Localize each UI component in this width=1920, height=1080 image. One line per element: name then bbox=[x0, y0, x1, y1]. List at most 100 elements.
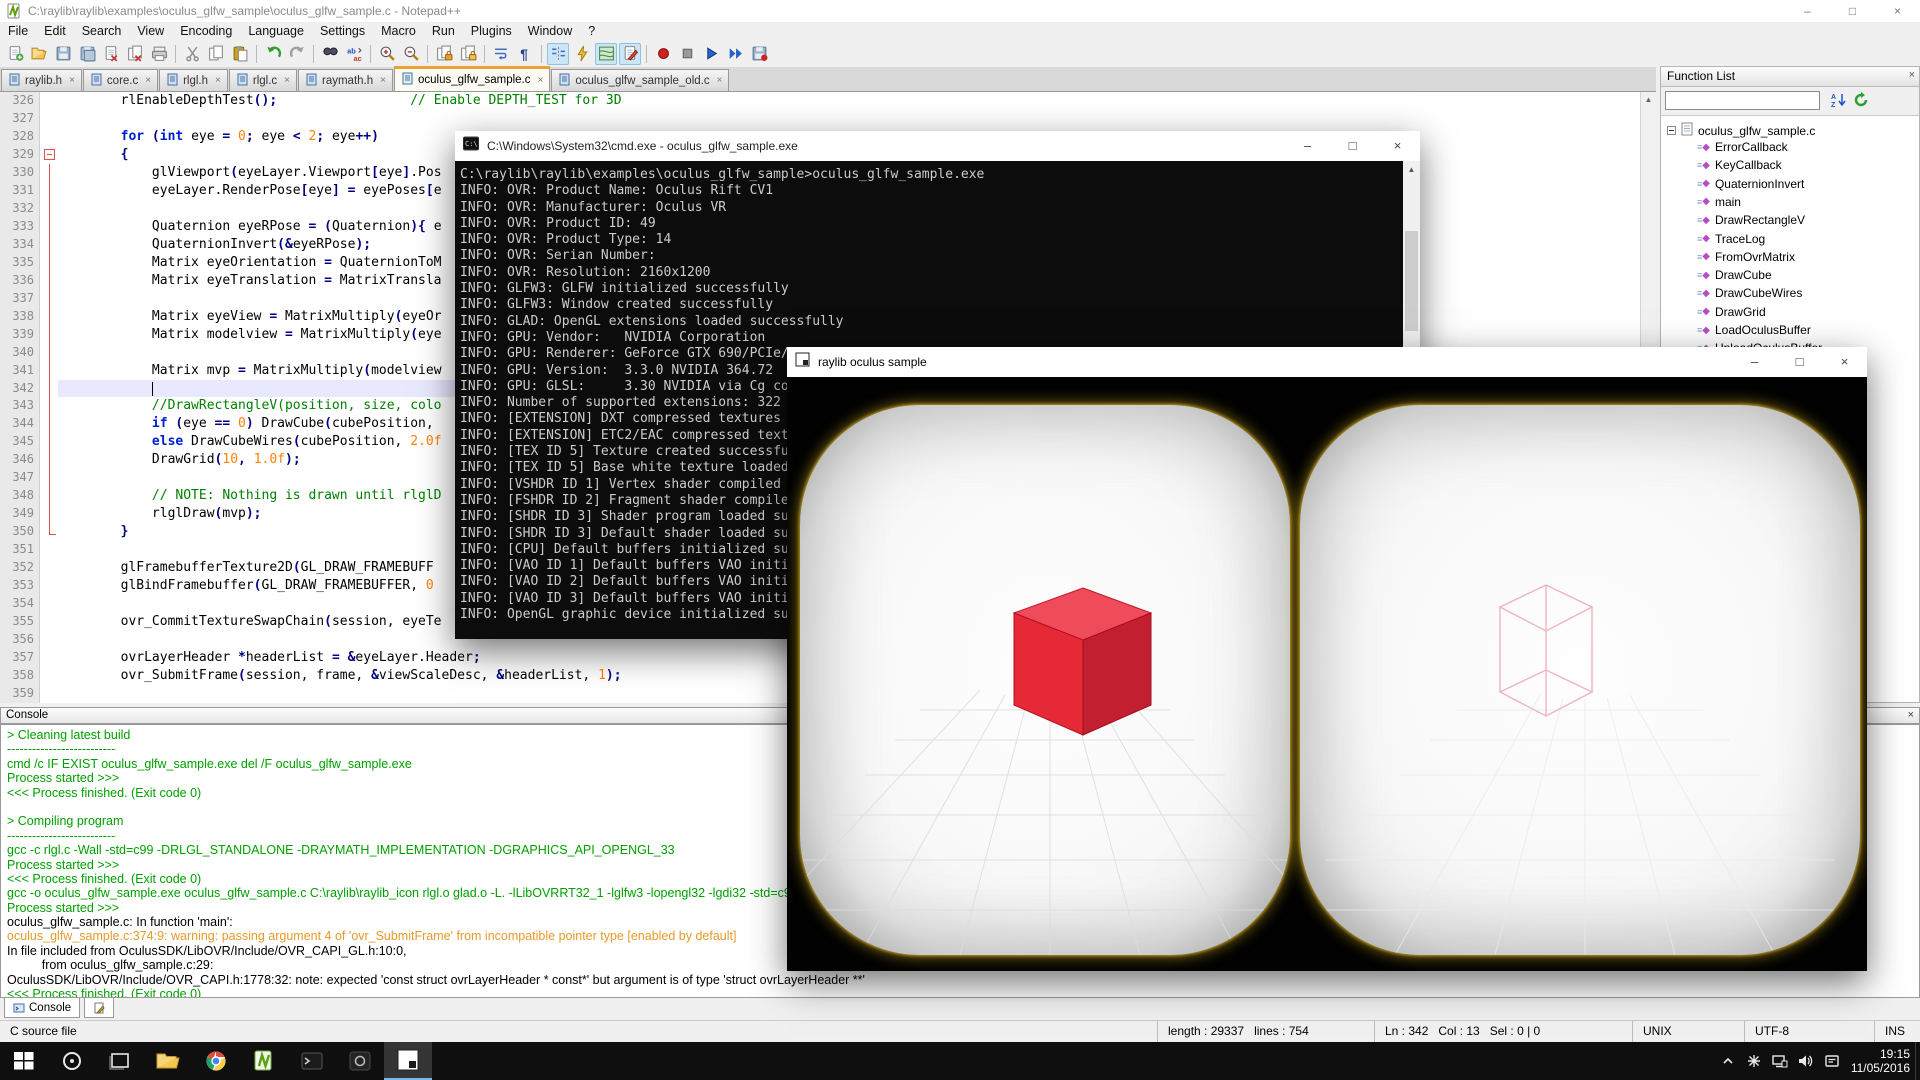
menu-item-edit[interactable]: Edit bbox=[36, 22, 74, 40]
tab-close-icon[interactable]: × bbox=[380, 75, 386, 86]
collapse-icon[interactable] bbox=[1667, 126, 1676, 135]
fold-margin[interactable] bbox=[41, 218, 58, 236]
tab-core.c[interactable]: core.c× bbox=[83, 69, 158, 91]
menu-item-run[interactable]: Run bbox=[424, 22, 463, 40]
dark-app-icon[interactable] bbox=[336, 1042, 384, 1080]
fold-margin[interactable] bbox=[41, 541, 58, 559]
taskbar-clock[interactable]: 19:15 11/05/2016 bbox=[1851, 1047, 1910, 1075]
indent-guide-icon[interactable] bbox=[547, 43, 569, 65]
fold-margin[interactable] bbox=[41, 290, 58, 308]
function-item-ErrorCallback[interactable]: ≡◆ErrorCallback bbox=[1697, 140, 1788, 154]
chrome-icon[interactable] bbox=[192, 1042, 240, 1080]
network-icon[interactable] bbox=[1767, 1042, 1793, 1080]
close-all-icon[interactable] bbox=[124, 43, 146, 65]
find-icon[interactable] bbox=[319, 43, 341, 65]
zoom-in-icon[interactable] bbox=[376, 43, 398, 65]
fold-margin[interactable] bbox=[41, 685, 58, 703]
fold-margin[interactable] bbox=[41, 326, 58, 344]
maximize-button[interactable]: □ bbox=[1330, 131, 1375, 161]
search-icon[interactable] bbox=[48, 1042, 96, 1080]
close-file-icon[interactable] bbox=[100, 43, 122, 65]
notepadpp-icon[interactable] bbox=[240, 1042, 288, 1080]
function-list-root[interactable]: oculus_glfw_sample.c bbox=[1667, 122, 1815, 139]
open-file-icon[interactable] bbox=[28, 43, 50, 65]
fold-margin[interactable] bbox=[41, 667, 58, 685]
task-view-icon[interactable] bbox=[96, 1042, 144, 1080]
document-map-icon[interactable] bbox=[595, 43, 617, 65]
tab-close-icon[interactable]: × bbox=[145, 75, 151, 86]
paste-icon[interactable] bbox=[229, 43, 251, 65]
scroll-up-icon[interactable]: ▲ bbox=[1641, 92, 1656, 108]
minimize-button[interactable]: – bbox=[1732, 347, 1777, 377]
terminal-app-icon[interactable] bbox=[288, 1042, 336, 1080]
reload-icon[interactable] bbox=[1850, 89, 1872, 111]
chevron-up-icon[interactable] bbox=[1715, 1042, 1741, 1080]
fold-margin[interactable] bbox=[41, 200, 58, 218]
tab-oculus_glfw_sample_old.c[interactable]: oculus_glfw_sample_old.c× bbox=[551, 69, 729, 91]
close-icon[interactable]: × bbox=[1909, 69, 1915, 81]
menu-item-search[interactable]: Search bbox=[74, 22, 130, 40]
fold-collapse-icon[interactable] bbox=[44, 149, 55, 160]
menu-item-help[interactable]: ? bbox=[580, 22, 603, 40]
fold-margin[interactable] bbox=[41, 272, 58, 290]
fold-margin[interactable] bbox=[41, 110, 58, 128]
menu-item-plugins[interactable]: Plugins bbox=[463, 22, 520, 40]
tab-oculus_glfw_sample.c[interactable]: oculus_glfw_sample.c× bbox=[394, 66, 550, 91]
replace-icon[interactable]: abac bbox=[343, 43, 365, 65]
fold-margin[interactable] bbox=[41, 433, 58, 451]
tab-console[interactable]: Console bbox=[4, 998, 80, 1018]
maximize-button[interactable]: □ bbox=[1830, 0, 1875, 22]
fold-margin[interactable] bbox=[41, 254, 58, 272]
function-item-DrawGrid[interactable]: ≡◆DrawGrid bbox=[1697, 305, 1766, 319]
fold-margin[interactable] bbox=[41, 308, 58, 326]
fold-margin[interactable] bbox=[41, 523, 58, 541]
fold-margin[interactable] bbox=[41, 451, 58, 469]
menu-item-macro[interactable]: Macro bbox=[373, 22, 424, 40]
scrollbar-thumb[interactable] bbox=[1405, 231, 1418, 331]
fold-margin[interactable] bbox=[41, 595, 58, 613]
function-item-QuaternionInvert[interactable]: ≡◆QuaternionInvert bbox=[1697, 177, 1804, 191]
close-icon[interactable]: × bbox=[1908, 709, 1914, 721]
show-all-chars-icon[interactable]: ¶ bbox=[514, 43, 536, 65]
tab-close-icon[interactable]: × bbox=[284, 75, 290, 86]
file-explorer-icon[interactable] bbox=[144, 1042, 192, 1080]
run-macro-multi-icon[interactable] bbox=[724, 43, 746, 65]
tab-close-icon[interactable]: × bbox=[69, 75, 75, 86]
fold-margin[interactable] bbox=[41, 469, 58, 487]
fold-margin[interactable] bbox=[41, 649, 58, 667]
function-item-KeyCallback[interactable]: ≡◆KeyCallback bbox=[1697, 158, 1782, 172]
show-desktop-button[interactable] bbox=[1915, 1042, 1920, 1080]
minimize-button[interactable]: – bbox=[1785, 0, 1830, 22]
maximize-button[interactable]: □ bbox=[1777, 347, 1822, 377]
fold-margin[interactable] bbox=[41, 92, 58, 110]
volume-icon[interactable] bbox=[1793, 1042, 1819, 1080]
tab-doc-monitor[interactable] bbox=[84, 998, 114, 1018]
fold-margin[interactable] bbox=[41, 344, 58, 362]
new-file-icon[interactable] bbox=[4, 43, 26, 65]
fold-margin[interactable] bbox=[41, 362, 58, 380]
tab-rlgl.c[interactable]: rlgl.c× bbox=[229, 69, 297, 91]
copy-icon[interactable] bbox=[205, 43, 227, 65]
fold-margin[interactable] bbox=[41, 559, 58, 577]
fold-margin[interactable] bbox=[41, 236, 58, 254]
tab-rlgl.h[interactable]: rlgl.h× bbox=[159, 69, 228, 91]
redo-icon[interactable] bbox=[286, 43, 308, 65]
tab-raymath.h[interactable]: raymath.h× bbox=[298, 69, 393, 91]
doc-switcher-icon[interactable] bbox=[619, 43, 641, 65]
close-button[interactable]: × bbox=[1822, 347, 1867, 377]
function-completion-icon[interactable] bbox=[571, 43, 593, 65]
fold-margin[interactable] bbox=[41, 613, 58, 631]
print-icon[interactable] bbox=[148, 43, 170, 65]
function-item-DrawRectangleV[interactable]: ≡◆DrawRectangleV bbox=[1697, 213, 1805, 227]
fold-margin[interactable] bbox=[41, 146, 58, 164]
word-wrap-icon[interactable] bbox=[490, 43, 512, 65]
menu-item-window[interactable]: Window bbox=[520, 22, 580, 40]
menu-item-encoding[interactable]: Encoding bbox=[172, 22, 240, 40]
fold-margin[interactable] bbox=[41, 577, 58, 595]
cut-icon[interactable] bbox=[181, 43, 203, 65]
fold-margin[interactable] bbox=[41, 182, 58, 200]
menu-item-language[interactable]: Language bbox=[240, 22, 312, 40]
sync-horizontal-icon[interactable] bbox=[457, 43, 479, 65]
fold-margin[interactable] bbox=[41, 164, 58, 182]
sync-vertical-icon[interactable] bbox=[433, 43, 455, 65]
